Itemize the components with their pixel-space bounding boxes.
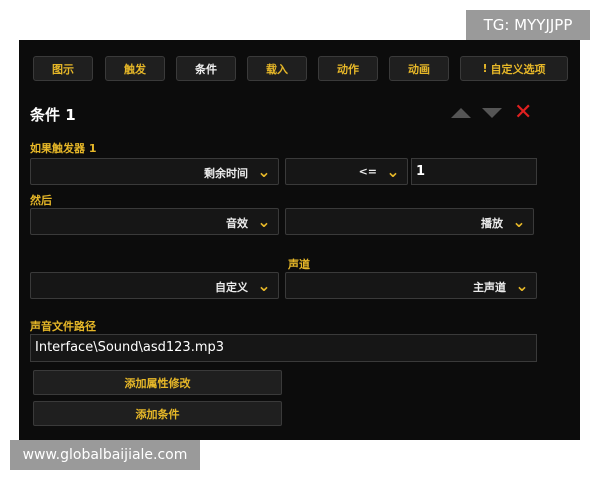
triangle-down-icon (482, 108, 502, 118)
exclamation-icon: ! (482, 62, 488, 75)
panel-title: 条件 1 (30, 106, 76, 124)
button-label: 添加条件 (135, 407, 180, 421)
sound-action-dropdown[interactable]: 播放 ⌄ (285, 208, 534, 235)
watermark-top: TG: MYYJJPP (466, 10, 590, 40)
move-up-button[interactable] (451, 108, 471, 118)
sound-source-dropdown[interactable]: 自定义 ⌄ (30, 272, 279, 299)
chevron-down-icon: ⌄ (257, 276, 271, 295)
tab-diagram[interactable]: 图示 (33, 56, 93, 81)
dropdown-value: 播放 (481, 217, 503, 230)
tab-trigger[interactable]: 触发 (105, 56, 165, 81)
tab-label: 动画 (408, 62, 430, 76)
channel-dropdown[interactable]: 主声道 ⌄ (285, 272, 537, 299)
chevron-down-icon: ⌄ (515, 276, 529, 295)
move-down-button[interactable] (482, 108, 502, 118)
chevron-down-icon: ⌄ (512, 212, 526, 231)
add-property-button[interactable]: 添加属性修改 (33, 370, 282, 395)
tab-label: 自定义选项 (490, 62, 546, 76)
tab-label: 触发 (124, 62, 146, 76)
triangle-up-icon (451, 108, 471, 118)
tab-animation[interactable]: 动画 (389, 56, 449, 81)
tab-bar: 图示 触发 条件 载入 动作 动画 ! 自定义选项 (33, 56, 568, 81)
add-condition-button[interactable]: 添加条件 (33, 401, 282, 426)
then-label: 然后 (30, 194, 52, 207)
chevron-down-icon: ⌄ (386, 162, 400, 181)
tab-action[interactable]: 动作 (318, 56, 378, 81)
tab-label: 图示 (52, 62, 74, 76)
channel-label: 声道 (288, 258, 310, 271)
dropdown-value: 主声道 (473, 281, 506, 294)
chevron-down-icon: ⌄ (257, 162, 271, 181)
tab-label: 动作 (337, 62, 359, 76)
sound-path-input[interactable]: Interface\Sound\asd123.mp3 (30, 334, 537, 362)
tab-label: 载入 (266, 62, 288, 76)
tab-condition[interactable]: 条件 (176, 56, 236, 81)
action-type-dropdown[interactable]: 音效 ⌄ (30, 208, 279, 235)
watermark-bottom: www.globalbaijiale.com (10, 440, 200, 470)
chevron-down-icon: ⌄ (257, 212, 271, 231)
condition-value-input[interactable]: 1 (411, 158, 537, 185)
dropdown-value: 剩余时间 (204, 167, 248, 180)
if-trigger-label: 如果触发器 1 (30, 142, 97, 155)
condition-variable-dropdown[interactable]: 剩余时间 ⌄ (30, 158, 279, 185)
operator-dropdown[interactable]: <= ⌄ (285, 158, 408, 185)
dropdown-value: 自定义 (215, 281, 248, 294)
tab-load[interactable]: 载入 (247, 56, 307, 81)
dropdown-value: <= (358, 165, 377, 178)
condition-panel: 图示 触发 条件 载入 动作 动画 ! 自定义选项 条件 1 ✕ 如果触发器 1… (19, 40, 580, 440)
tab-custom-options[interactable]: ! 自定义选项 (460, 56, 568, 81)
dropdown-value: 音效 (226, 217, 248, 230)
sound-path-label: 声音文件路径 (30, 320, 96, 333)
close-icon[interactable]: ✕ (514, 102, 532, 124)
tab-label: 条件 (195, 62, 217, 76)
button-label: 添加属性修改 (124, 376, 191, 390)
